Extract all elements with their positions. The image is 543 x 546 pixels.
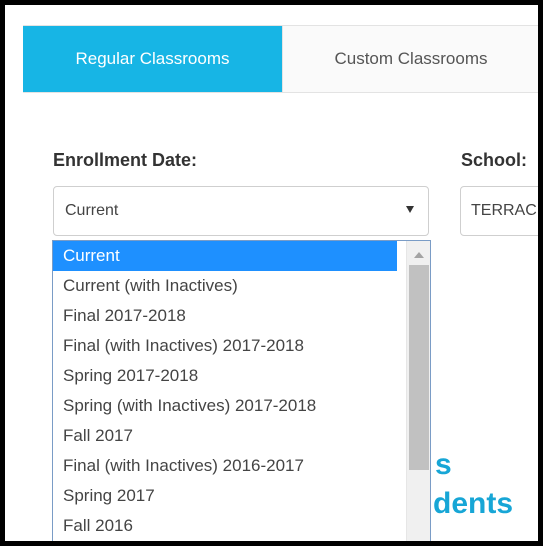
option-spring-with-inactives-2017-2018[interactable]: Spring (with Inactives) 2017-2018 <box>53 391 397 421</box>
enrollment-date-select[interactable]: Current <box>53 186 429 236</box>
option-current-with-inactives[interactable]: Current (with Inactives) <box>53 271 397 301</box>
option-spring-2017[interactable]: Spring 2017 <box>53 481 397 511</box>
scroll-up-icon[interactable] <box>414 252 424 258</box>
school-select[interactable]: TERRAC <box>460 186 538 236</box>
scrollbar-thumb[interactable] <box>409 265 429 470</box>
chevron-down-icon <box>406 206 414 213</box>
option-final-with-inactives-2016-2017[interactable]: Final (with Inactives) 2016-2017 <box>53 451 397 481</box>
option-fall-2016[interactable]: Fall 2016 <box>53 511 397 541</box>
tab-bar: Regular Classrooms Custom Classrooms <box>23 25 538 93</box>
option-spring-2017-2018[interactable]: Spring 2017-2018 <box>53 361 397 391</box>
enrollment-date-dropdown-list[interactable]: Current Current (with Inactives) Final 2… <box>52 240 431 541</box>
enrollment-date-value: Current <box>65 202 119 219</box>
tab-custom-classrooms[interactable]: Custom Classrooms <box>282 26 538 92</box>
page-frame: Regular Classrooms Custom Classrooms Enr… <box>5 5 538 541</box>
heading-fragment: s <box>435 448 452 481</box>
school-label: School: <box>461 150 527 170</box>
tab-regular-classrooms[interactable]: Regular Classrooms <box>23 26 282 92</box>
option-current[interactable]: Current <box>53 241 397 271</box>
enrollment-date-label: Enrollment Date: <box>53 150 198 170</box>
option-final-2017-2018[interactable]: Final 2017-2018 <box>53 301 397 331</box>
dropdown-scrollbar[interactable] <box>406 241 430 541</box>
heading-fragment-students: dents <box>433 487 514 520</box>
school-value: TERRAC <box>471 202 537 219</box>
option-final-with-inactives-2017-2018[interactable]: Final (with Inactives) 2017-2018 <box>53 331 397 361</box>
option-fall-2017[interactable]: Fall 2017 <box>53 421 397 451</box>
